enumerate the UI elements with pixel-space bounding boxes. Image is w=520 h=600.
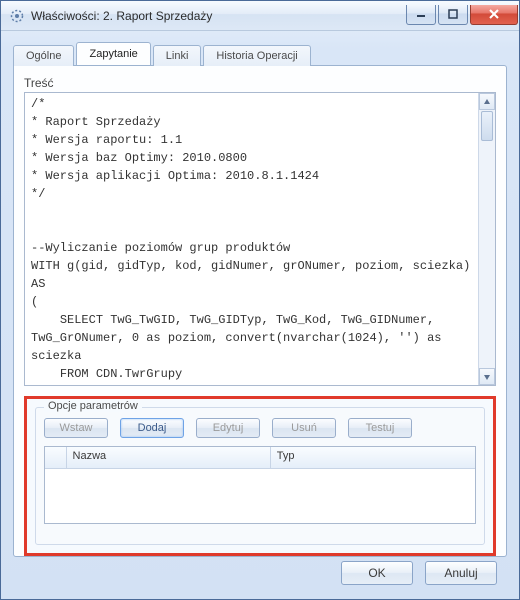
window-title: Właściwości: 2. Raport Sprzedaży (31, 9, 212, 23)
scroll-down-button[interactable] (479, 368, 495, 385)
parameters-grid[interactable]: Nazwa Typ (44, 446, 476, 524)
tab-history[interactable]: Historia Operacji (203, 45, 310, 66)
query-textarea-wrap: /* * Raport Sprzedaży * Wersja raportu: … (24, 92, 496, 386)
tabstrip: Ogólne Zapytanie Linki Historia Operacji (13, 41, 507, 65)
col-name[interactable]: Nazwa (67, 447, 271, 468)
ok-button[interactable]: OK (341, 561, 413, 585)
tab-panel-query: Treść /* * Raport Sprzedaży * Wersja rap… (13, 65, 507, 557)
query-textarea[interactable]: /* * Raport Sprzedaży * Wersja raportu: … (25, 93, 477, 385)
parameter-options-highlight: Opcje parametrów Wstaw Dodaj Edytuj Usuń… (24, 396, 496, 556)
tab-query[interactable]: Zapytanie (76, 42, 150, 65)
scroll-thumb[interactable] (481, 111, 493, 141)
content-area: Ogólne Zapytanie Linki Historia Operacji… (1, 31, 519, 599)
minimize-button[interactable] (406, 5, 436, 25)
properties-window: Właściwości: 2. Raport Sprzedaży Ogólne … (0, 0, 520, 600)
grid-row-header (45, 447, 67, 468)
scrollbar[interactable] (478, 93, 495, 385)
tab-general[interactable]: Ogólne (13, 45, 74, 66)
cancel-button[interactable]: Anuluj (425, 561, 497, 585)
grid-header: Nazwa Typ (45, 447, 475, 469)
delete-button[interactable]: Usuń (272, 418, 336, 438)
maximize-button[interactable] (438, 5, 468, 25)
tab-links[interactable]: Linki (153, 45, 202, 66)
window-controls (405, 6, 519, 26)
col-type[interactable]: Typ (271, 447, 475, 468)
parameter-options-legend: Opcje parametrów (44, 400, 142, 412)
test-button[interactable]: Testuj (348, 418, 412, 438)
insert-button[interactable]: Wstaw (44, 418, 108, 438)
edit-button[interactable]: Edytuj (196, 418, 260, 438)
parameter-options-group: Opcje parametrów Wstaw Dodaj Edytuj Usuń… (35, 407, 485, 545)
dialog-buttons: OK Anuluj (341, 561, 497, 585)
app-icon (9, 8, 25, 24)
scroll-up-button[interactable] (479, 93, 495, 110)
add-button[interactable]: Dodaj (120, 418, 184, 438)
titlebar[interactable]: Właściwości: 2. Raport Sprzedaży (1, 1, 519, 31)
close-button[interactable] (470, 5, 518, 25)
parameter-toolbar: Wstaw Dodaj Edytuj Usuń Testuj (44, 418, 476, 438)
query-label: Treść (24, 76, 496, 90)
